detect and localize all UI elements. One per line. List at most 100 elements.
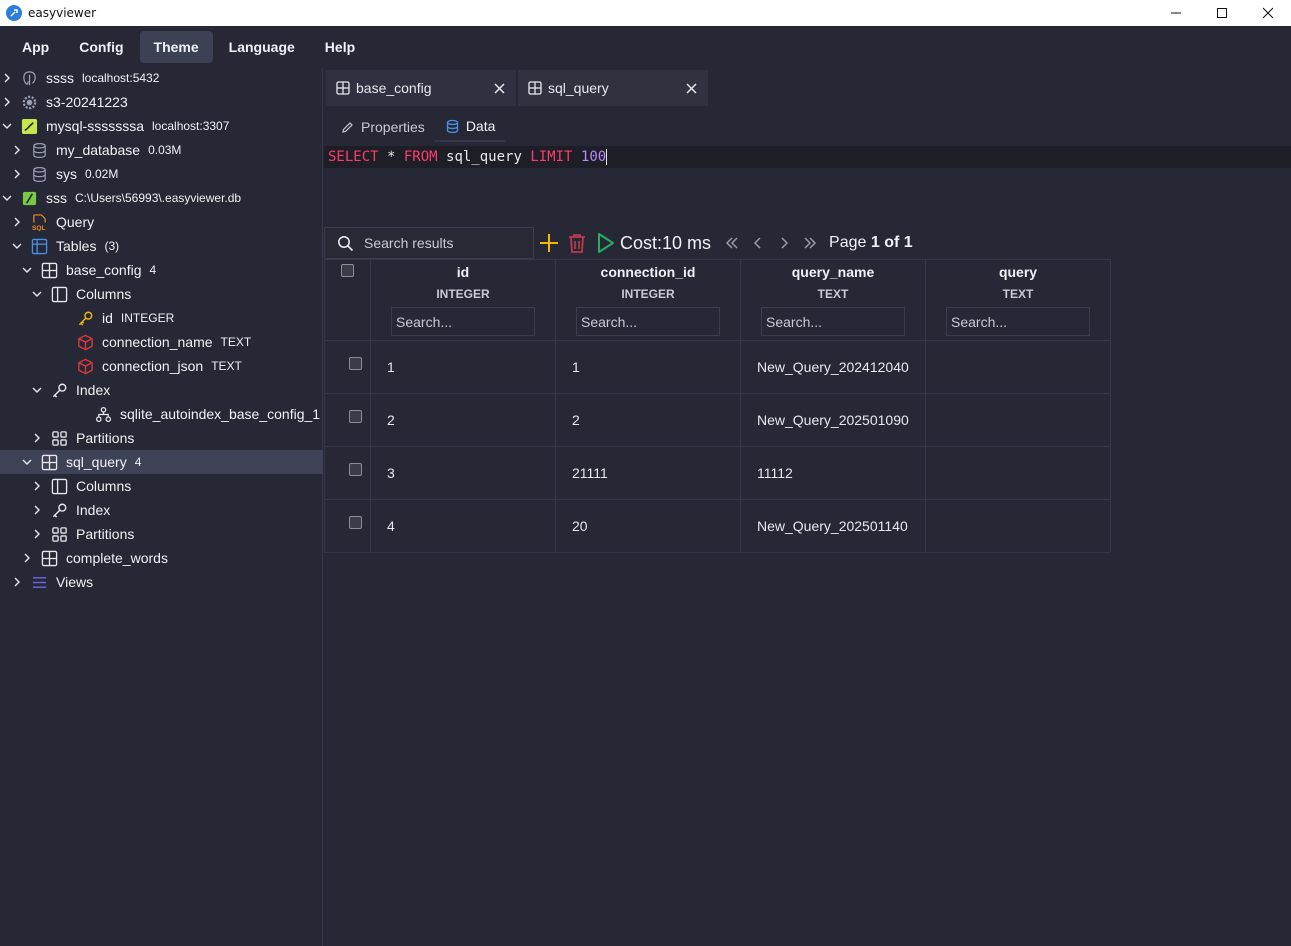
tree-item-base-config[interactable]: base_config 4 [0,258,323,282]
column-header-id[interactable]: id INTEGER [370,259,556,341]
chevron-down-icon[interactable] [20,263,34,277]
tree-item-columns[interactable]: Columns [0,474,323,498]
chevron-down-icon[interactable] [30,287,44,301]
run-query-button[interactable] [592,230,618,256]
last-page-button[interactable] [797,230,823,256]
table-row[interactable]: 2 2 New_Query_202501090 [324,393,1111,447]
row-checkbox[interactable] [349,410,362,423]
table-cell[interactable]: 1 [555,340,741,394]
sql-editor[interactable]: SELECT * FROM sql_query LIMIT 100 [324,146,1291,168]
tree-item-my-database[interactable]: my_database 0.03M [0,138,323,162]
tree-item-label: Tables [56,238,97,254]
tree-item-sqlite-autoindex-base-config-1[interactable]: sqlite_autoindex_base_config_1 [0,402,323,426]
table-cell[interactable]: 1 [370,340,556,394]
chevron-right-icon[interactable] [30,431,44,445]
close-window-button[interactable] [1245,0,1291,26]
chevron-right-icon[interactable] [10,215,24,229]
tree-item-sys[interactable]: sys 0.02M [0,162,323,186]
table-cell[interactable]: 20 [555,499,741,553]
table-cell[interactable]: 11112 [740,446,926,500]
tree-item-id[interactable]: id INTEGER [0,306,323,330]
tab-base-config[interactable]: base_config [326,70,516,106]
tree-item-partitions[interactable]: Partitions [0,426,323,450]
menu-theme[interactable]: Theme [139,31,213,63]
chevron-right-icon[interactable] [10,167,24,181]
table-cell[interactable]: New_Query_202412040 [740,340,926,394]
table-cell[interactable]: 3 [370,446,556,500]
chevron-right-icon[interactable] [30,479,44,493]
column-header-query-name[interactable]: query_name TEXT [740,259,926,341]
chevron-right-icon[interactable] [30,503,44,517]
chevron-right-icon[interactable] [20,551,34,565]
tree-item-index[interactable]: Index [0,378,323,402]
row-checkbox[interactable] [349,516,362,529]
select-all-checkbox[interactable] [341,264,354,277]
menu-config[interactable]: Config [65,31,137,63]
column-filter-input[interactable] [766,313,896,330]
chevron-right-icon[interactable] [0,71,14,85]
row-checkbox[interactable] [349,357,362,370]
column-filter-input[interactable] [581,313,711,330]
table-cell[interactable] [925,499,1111,553]
tree-item-ssss[interactable]: ssss localhost:5432 [0,66,323,90]
tree-item-sss[interactable]: sss C:\Users\56993\.easyviewer.db [0,186,323,210]
tree-item-complete-words[interactable]: complete_words [0,546,323,570]
table-cell[interactable]: New_Query_202501140 [740,499,926,553]
table-cell[interactable] [925,340,1111,394]
chevron-right-icon[interactable] [10,575,24,589]
search-results-input[interactable] [364,235,524,251]
tree-item-connection-json[interactable]: connection_json TEXT [0,354,323,378]
tree-item-s3-20241223[interactable]: s3-20241223 [0,90,323,114]
tree-item-query[interactable]: SQL Query [0,210,323,234]
tab-sql-query[interactable]: sql_query [518,70,708,106]
tree-item-views[interactable]: Views [0,570,323,594]
chevron-down-icon[interactable] [30,383,44,397]
chevron-right-icon[interactable] [0,95,14,109]
table-row[interactable]: 4 20 New_Query_202501140 [324,499,1111,553]
table-cell[interactable]: 2 [370,393,556,447]
close-tab-icon[interactable] [492,81,506,95]
column-filter-input[interactable] [396,313,526,330]
subtab-data[interactable]: Data [434,112,506,142]
column-header-query[interactable]: query TEXT [925,259,1111,341]
table-cell[interactable]: 2 [555,393,741,447]
column-filter-input[interactable] [951,313,1081,330]
chevron-down-icon[interactable] [20,455,34,469]
add-row-button[interactable] [536,230,562,256]
table-cell[interactable] [925,393,1111,447]
first-page-button[interactable] [719,230,745,256]
tree-item-tables[interactable]: Tables (3) [0,234,323,258]
column-header-connection-id[interactable]: connection_id INTEGER [555,259,741,341]
tree-item-mysql-sssssssa[interactable]: mysql-sssssssa localhost:3307 [0,114,323,138]
tree-item-columns[interactable]: Columns [0,282,323,306]
tab-label: sql_query [548,80,609,96]
menu-language[interactable]: Language [215,31,309,63]
next-page-button[interactable] [771,230,797,256]
chevron-right-icon[interactable] [10,143,24,157]
table-row[interactable]: 3 21111 11112 [324,446,1111,500]
table-cell[interactable] [925,446,1111,500]
delete-row-button[interactable] [564,230,590,256]
tree-item-label: my_database [56,142,141,158]
tree-item-index[interactable]: Index [0,498,323,522]
chevron-down-icon[interactable] [0,191,14,205]
prev-page-button[interactable] [745,230,771,256]
chevron-right-icon[interactable] [30,527,44,541]
tree-item-sql-query[interactable]: sql_query 4 [0,450,323,474]
tree-item-connection-name[interactable]: connection_name TEXT [0,330,323,354]
close-tab-icon[interactable] [684,81,698,95]
menu-help[interactable]: Help [311,31,369,63]
table-row[interactable]: 1 1 New_Query_202412040 [324,340,1111,394]
table-cell[interactable]: New_Query_202501090 [740,393,926,447]
row-checkbox[interactable] [349,463,362,476]
table-cell[interactable]: 4 [370,499,556,553]
tree-item-partitions[interactable]: Partitions [0,522,323,546]
subtab-properties[interactable]: Properties [330,113,435,141]
chevron-down-icon[interactable] [0,119,14,133]
chevron-down-icon[interactable] [10,239,24,253]
maximize-button[interactable] [1199,0,1245,26]
menu-app[interactable]: App [8,31,63,63]
row-select-cell [324,499,371,553]
table-cell[interactable]: 21111 [555,446,741,500]
minimize-button[interactable] [1153,0,1199,26]
